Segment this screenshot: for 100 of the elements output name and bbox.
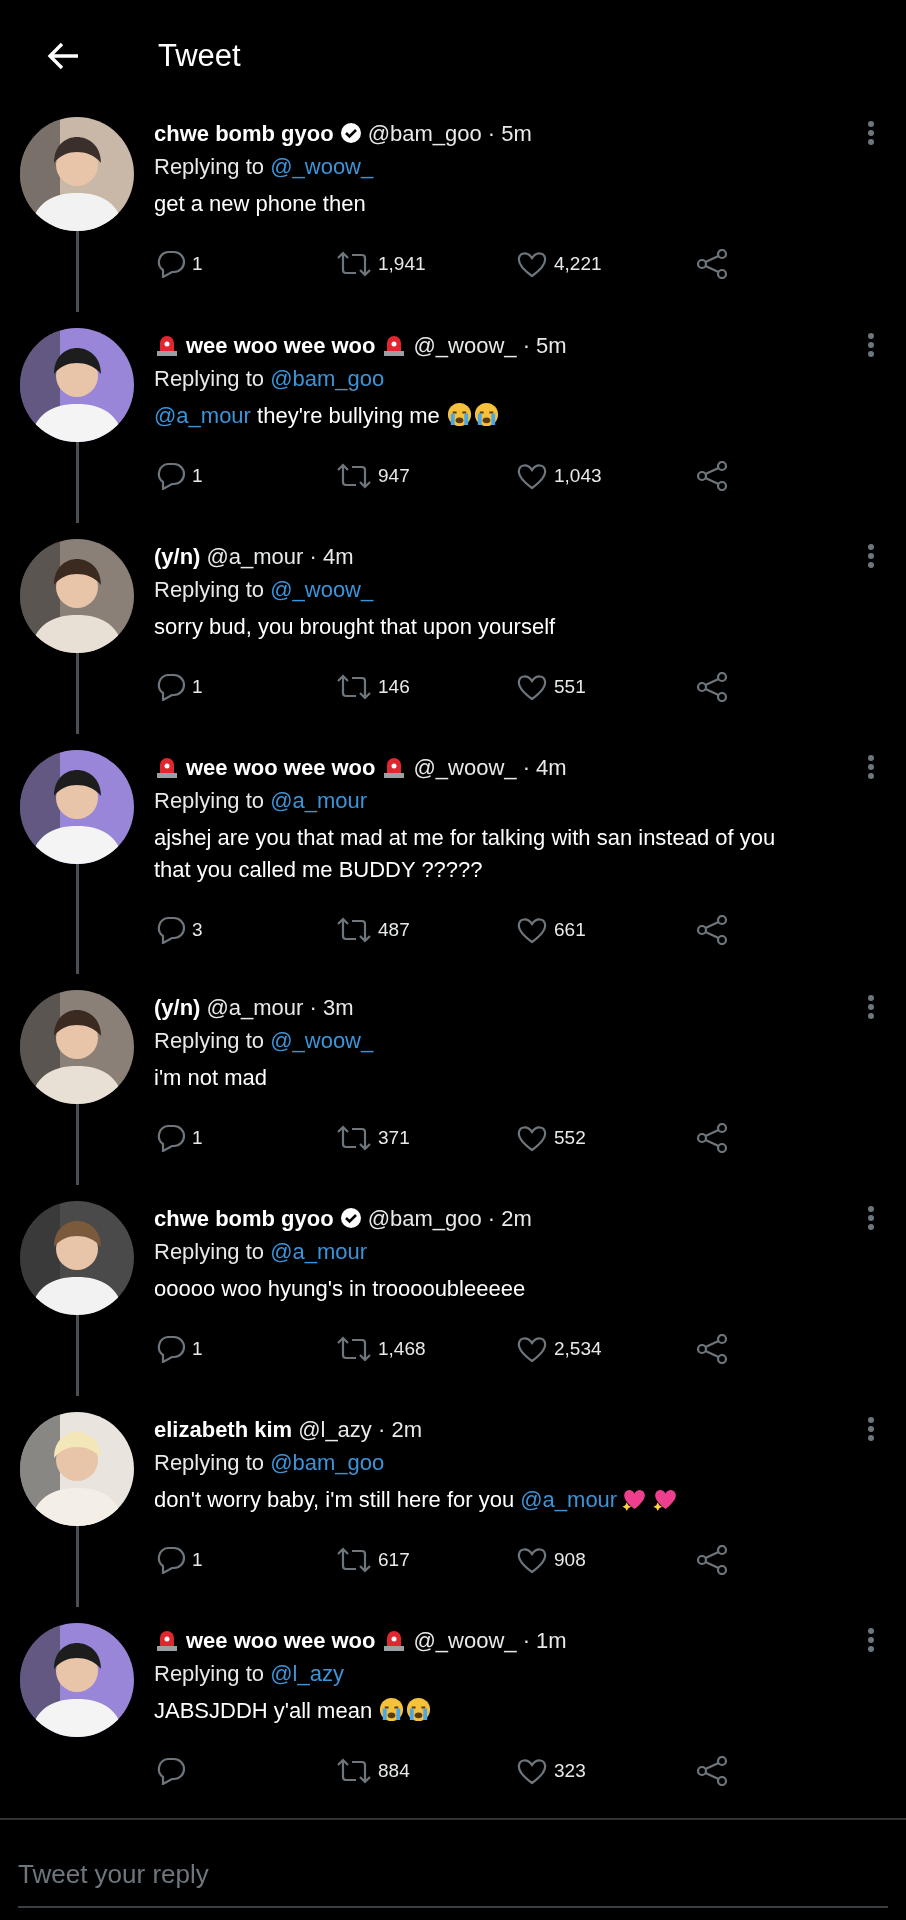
share-icon	[696, 461, 728, 491]
handle-and-time: @_woow_ · 1m	[413, 1626, 567, 1655]
like-button[interactable]: 4,221	[516, 246, 696, 282]
retweet-icon	[336, 462, 372, 490]
reply-context: Replying to @_woow_	[154, 576, 375, 604]
share-icon	[696, 915, 728, 945]
tweet-text: @a_mour they're bullying me	[154, 400, 814, 432]
handle-and-time: @a_mour · 3m	[206, 993, 354, 1022]
like-button[interactable]: 552	[516, 1120, 696, 1156]
mention-link[interactable]: @bam_goo	[270, 366, 385, 391]
more-icon	[867, 1416, 875, 1442]
heart-icon	[516, 1546, 548, 1574]
retweet-icon	[336, 1546, 372, 1574]
display-name: (y/n)	[154, 993, 201, 1022]
reply-button[interactable]: 1	[156, 1120, 336, 1156]
retweet-button[interactable]: 617	[336, 1542, 516, 1578]
share-icon	[696, 1123, 728, 1153]
like-button[interactable]: 551	[516, 669, 696, 705]
heart-icon	[516, 1757, 548, 1785]
retweet-icon	[336, 1757, 372, 1785]
reply-context: Replying to @a_mour	[154, 1238, 369, 1266]
heart-icon	[516, 1335, 548, 1363]
share-icon	[696, 1334, 728, 1364]
mention-link[interactable]: @l_azy	[270, 1661, 344, 1686]
crying-face-icon	[472, 401, 500, 428]
like-button[interactable]: 661	[516, 912, 696, 948]
retweet-icon	[336, 1335, 372, 1363]
reply-input-field[interactable]: Tweet your reply	[18, 1842, 888, 1908]
more-icon	[867, 120, 875, 146]
mention-link[interactable]: @a_mour	[270, 1239, 368, 1264]
display-name: chwe bomb gyoo	[154, 1204, 334, 1233]
back-arrow-icon	[46, 41, 80, 71]
reply-button[interactable]: 3	[156, 912, 336, 948]
mention-link[interactable]: @a_mour	[154, 403, 251, 428]
tweet-text: ajshej are you that mad at me for talking with san instead of you that you called me BUDDY ?????	[154, 824, 777, 884]
retweet-button[interactable]: 146	[336, 669, 516, 705]
crying-face-icon	[445, 401, 473, 428]
tweet-text: JABSJDDH y'all mean	[154, 1695, 814, 1727]
display-name: wee woo wee woo	[186, 1626, 376, 1655]
retweet-button[interactable]: 1,941	[336, 246, 516, 282]
handle-and-time: @_woow_ · 5m	[413, 331, 567, 360]
mention-link[interactable]: @_woow_	[270, 154, 374, 179]
reply-icon	[156, 1546, 186, 1574]
reply-icon	[156, 1124, 186, 1152]
like-button[interactable]: 323	[516, 1753, 696, 1789]
more-icon	[867, 543, 875, 569]
heart-icon	[516, 462, 548, 490]
mention-link[interactable]: @_woow_	[270, 1028, 374, 1053]
heart-icon	[516, 250, 548, 278]
handle-and-time: @a_mour · 4m	[206, 542, 354, 571]
like-button[interactable]: 1,043	[516, 458, 696, 494]
more-icon	[867, 994, 875, 1020]
like-button[interactable]: 908	[516, 1542, 696, 1578]
crying-face-icon	[378, 1696, 406, 1723]
retweet-button[interactable]: 884	[336, 1753, 516, 1789]
share-icon	[696, 672, 728, 702]
retweet-icon	[336, 673, 372, 701]
reply-icon	[156, 462, 186, 490]
mention-link[interactable]: @a_mour	[520, 1487, 618, 1512]
page-title: Tweet	[158, 36, 241, 75]
retweet-button[interactable]: 947	[336, 458, 516, 494]
heart-icon	[516, 1124, 548, 1152]
share-icon	[696, 1545, 728, 1575]
more-icon	[867, 332, 875, 358]
mention-link[interactable]: @bam_goo	[270, 1450, 385, 1475]
heart-icon	[516, 673, 548, 701]
reply-context: Replying to @_woow_	[154, 1027, 375, 1055]
more-icon	[867, 1205, 875, 1231]
heart-icon	[516, 916, 548, 944]
display-name: elizabeth kim	[154, 1415, 293, 1444]
more-icon	[867, 1627, 875, 1653]
mention-link[interactable]: @_woow_	[270, 577, 374, 602]
share-icon	[696, 249, 728, 279]
crying-face-icon	[405, 1696, 433, 1723]
more-icon	[867, 754, 875, 780]
display-name: chwe bomb gyoo	[154, 119, 334, 148]
retweet-icon	[336, 250, 372, 278]
reply-context: Replying to @a_mour	[154, 787, 369, 815]
retweet-button[interactable]: 1,468	[336, 1331, 516, 1367]
reply-context: Replying to @_woow_	[154, 153, 375, 181]
retweet-button[interactable]: 487	[336, 912, 516, 948]
reply-button[interactable]: 1	[156, 669, 336, 705]
tweet-text: sorry bud, you brought that upon yourself	[154, 613, 557, 641]
tweet-text: get a new phone then	[154, 190, 367, 218]
reply-button[interactable]: 1	[156, 1331, 336, 1367]
reply-icon	[156, 1335, 186, 1363]
like-button[interactable]: 2,534	[516, 1331, 696, 1367]
reply-context: Replying to @bam_goo	[154, 365, 386, 393]
reply-button[interactable]: 1	[156, 1542, 336, 1578]
handle-and-time: @bam_goo · 5m	[367, 119, 532, 148]
tweet-text: i'm not mad	[154, 1064, 269, 1092]
handle-and-time: @bam_goo · 2m	[367, 1204, 532, 1233]
tweet-text: don't worry baby, i'm still here for you @a_mour	[154, 1484, 814, 1516]
reply-icon	[156, 250, 186, 278]
reply-button[interactable]: 1	[156, 458, 336, 494]
mention-link[interactable]: @a_mour	[270, 788, 368, 813]
tweet-text: ooooo woo hyung's in trooooubleeeee	[154, 1275, 527, 1303]
retweet-icon	[336, 1124, 372, 1152]
retweet-button[interactable]: 371	[336, 1120, 516, 1156]
reply-button[interactable]: 1	[156, 246, 336, 282]
